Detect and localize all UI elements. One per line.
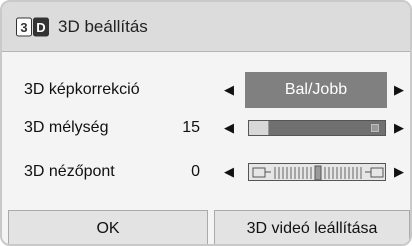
viewpoint-left-arrow-icon[interactable]: ◀ (220, 163, 238, 181)
correction-right-arrow-icon[interactable]: ▶ (390, 81, 408, 99)
setting-row-viewpoint[interactable]: 3D nézőpont 0 ◀ ▶ (2, 154, 410, 190)
depth-left-arrow-icon[interactable]: ◀ (220, 119, 238, 137)
viewpoint-slider[interactable] (248, 163, 386, 181)
svg-text:D: D (36, 20, 45, 35)
correction-label: 3D képkorrekció (24, 81, 140, 98)
dialog-titlebar: 3 D 3D beállítás (2, 2, 410, 52)
stop-3d-video-button[interactable]: 3D videó leállítása (214, 210, 410, 244)
viewpoint-scale-graphic (252, 165, 384, 180)
setting-row-correction[interactable]: 3D képkorrekció ◀ Bal/Jobb ▶ (2, 72, 410, 108)
svg-text:3: 3 (20, 20, 27, 35)
3d-settings-dialog: 3 D 3D beállítás 3D képkorrekció ◀ Bal/J… (0, 0, 412, 246)
depth-slider-fill (249, 121, 269, 135)
viewpoint-value: 0 (191, 163, 200, 180)
viewpoint-label: 3D nézőpont (24, 163, 115, 180)
correction-value-box[interactable]: Bal/Jobb (245, 72, 387, 108)
dialog-button-bar: OK 3D videó leállítása (2, 210, 410, 244)
depth-value: 15 (182, 119, 200, 136)
correction-value: Bal/Jobb (284, 81, 348, 98)
depth-label: 3D mélység (24, 119, 109, 136)
depth-slider-end-marker (371, 124, 379, 132)
dialog-title: 3D beállítás (58, 16, 148, 36)
ok-button[interactable]: OK (8, 210, 208, 244)
setting-row-depth[interactable]: 3D mélység 15 ◀ ▶ (2, 110, 410, 146)
depth-slider[interactable] (248, 120, 386, 136)
correction-left-arrow-icon[interactable]: ◀ (220, 81, 238, 99)
3d-settings-icon: 3 D (16, 16, 50, 38)
viewpoint-right-arrow-icon[interactable]: ▶ (390, 163, 408, 181)
depth-right-arrow-icon[interactable]: ▶ (390, 119, 408, 137)
